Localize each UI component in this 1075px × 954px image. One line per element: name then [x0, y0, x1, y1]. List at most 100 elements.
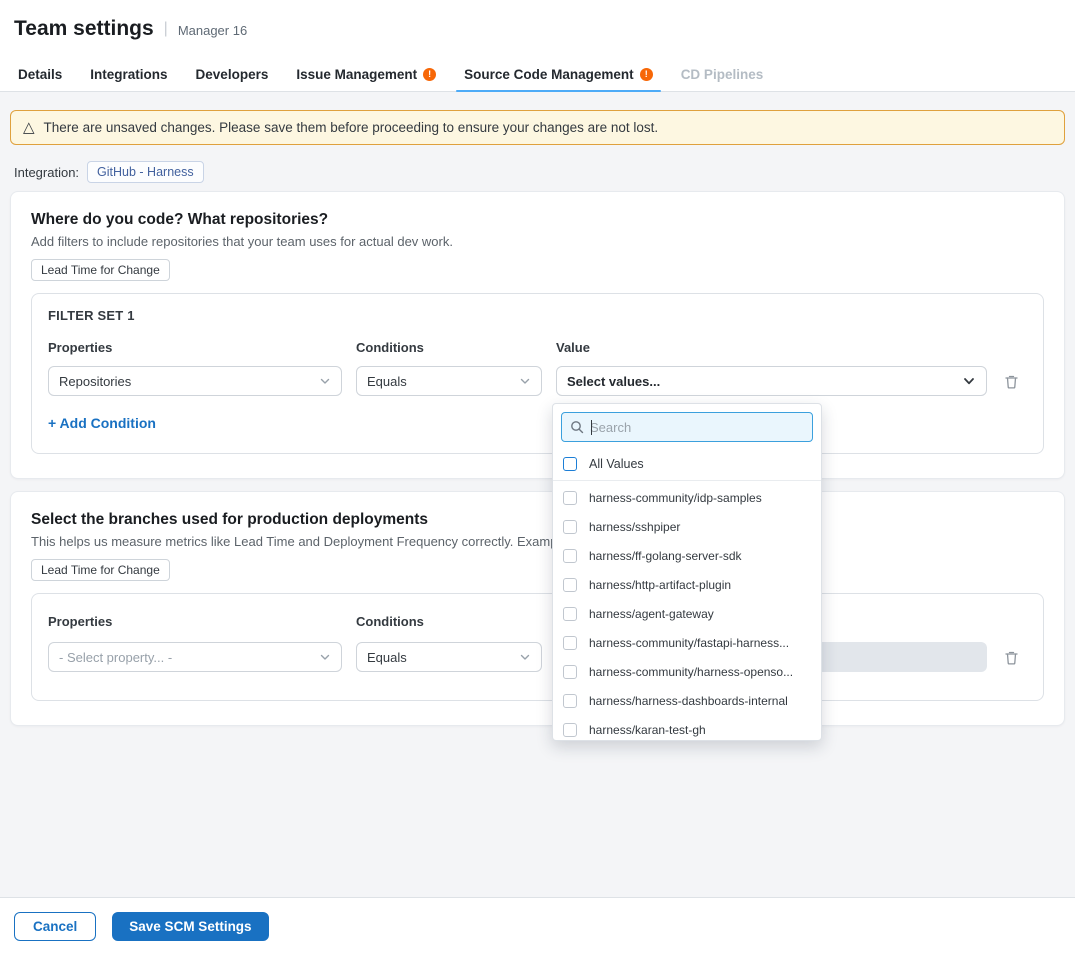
- value-options-list: harness-community/idp-samples harness/ss…: [553, 483, 821, 741]
- chevron-down-icon: [519, 651, 531, 663]
- tab-label: Integrations: [90, 67, 167, 82]
- repositories-card-title: Where do you code? What repositories?: [31, 210, 1044, 229]
- value-option-label: harness/agent-gateway: [589, 607, 714, 621]
- tab-developers[interactable]: Developers: [182, 57, 283, 91]
- lead-time-chip: Lead Time for Change: [31, 559, 170, 581]
- value-option-label: harness/http-artifact-plugin: [589, 578, 731, 592]
- integration-chip[interactable]: GitHub - Harness: [87, 161, 204, 183]
- value-option-label: harness-community/idp-samples: [589, 491, 762, 505]
- condition-select[interactable]: Equals: [356, 642, 542, 672]
- value-option[interactable]: harness-community/fastapi-harness...: [553, 628, 821, 657]
- value-option[interactable]: harness/agent-gateway: [553, 599, 821, 628]
- search-wrap: [553, 404, 821, 448]
- chevron-down-icon: [519, 375, 531, 387]
- tab-label: Developers: [196, 67, 269, 82]
- value-dropdown: All Values harness-community/idp-samples…: [552, 403, 822, 741]
- value-option[interactable]: harness/http-artifact-plugin: [553, 570, 821, 599]
- title-divider: |: [164, 20, 168, 38]
- value-option[interactable]: harness-community/harness-openso...: [553, 657, 821, 686]
- search-box[interactable]: [561, 412, 813, 442]
- tab-label: CD Pipelines: [681, 67, 764, 82]
- filter-row: Repositories Equals Select values...: [48, 366, 1027, 396]
- filter-row: - Select property... - Equals: [48, 642, 1027, 672]
- banner-message: There are unsaved changes. Please save t…: [44, 120, 659, 135]
- chevron-down-icon: [319, 375, 331, 387]
- tab-label: Issue Management: [296, 67, 417, 82]
- chevron-down-icon: [962, 374, 976, 388]
- properties-column-header: Properties: [48, 340, 342, 356]
- checkbox[interactable]: [563, 491, 577, 505]
- all-values-checkbox[interactable]: [563, 457, 577, 471]
- search-icon: [570, 420, 584, 434]
- team-name: Manager 16: [178, 20, 247, 38]
- value-option-label: harness/karan-test-gh: [589, 723, 706, 737]
- value-option[interactable]: harness/harness-dashboards-internal: [553, 686, 821, 715]
- tab-label: Source Code Management: [464, 67, 634, 82]
- content-area: △ There are unsaved changes. Please save…: [0, 92, 1075, 897]
- checkbox[interactable]: [563, 694, 577, 708]
- warning-badge-icon: !: [423, 68, 436, 81]
- all-values-label: All Values: [589, 457, 644, 471]
- trash-icon: [1003, 373, 1020, 390]
- conditions-column-header: Conditions: [356, 340, 542, 356]
- page-title: Team settings: [14, 17, 154, 41]
- value-option-label: harness/sshpiper: [589, 520, 680, 534]
- branches-filter-panel: Properties Conditions - Select property.…: [31, 593, 1044, 701]
- tab-bar: Details Integrations Developers Issue Ma…: [0, 57, 1075, 92]
- add-condition-link[interactable]: + Add Condition: [48, 414, 156, 432]
- value-option[interactable]: harness/ff-golang-server-sdk: [553, 541, 821, 570]
- warning-triangle-icon: △: [23, 120, 35, 135]
- properties-column-header: Properties: [48, 614, 342, 630]
- tab-cd-pipelines[interactable]: CD Pipelines: [667, 57, 778, 91]
- checkbox[interactable]: [563, 723, 577, 737]
- cancel-button[interactable]: Cancel: [14, 912, 96, 941]
- checkbox[interactable]: [563, 636, 577, 650]
- trash-icon: [1003, 649, 1020, 666]
- value-option-label: harness/ff-golang-server-sdk: [589, 549, 742, 563]
- value-option-label: harness-community/harness-openso...: [589, 665, 793, 679]
- all-values-option[interactable]: All Values: [553, 448, 821, 481]
- property-select[interactable]: Repositories: [48, 366, 342, 396]
- tab-source-code-management[interactable]: Source Code Management !: [450, 57, 667, 91]
- repositories-card: Where do you code? What repositories? Ad…: [10, 191, 1065, 479]
- text-cursor: [591, 420, 592, 435]
- chevron-down-icon: [319, 651, 331, 663]
- condition-select[interactable]: Equals: [356, 366, 542, 396]
- value-select[interactable]: Select values...: [556, 366, 987, 396]
- checkbox[interactable]: [563, 549, 577, 563]
- value-column-header: Value: [556, 340, 987, 356]
- footer-actions: Cancel Save SCM Settings: [0, 897, 1075, 954]
- tab-details[interactable]: Details: [4, 57, 76, 91]
- branches-card-subtitle: This helps us measure metrics like Lead …: [31, 534, 1044, 550]
- unsaved-changes-banner: △ There are unsaved changes. Please save…: [10, 110, 1065, 145]
- filter-column-headers: Properties Conditions Value: [48, 340, 1027, 356]
- checkbox[interactable]: [563, 665, 577, 679]
- warning-badge-icon: !: [640, 68, 653, 81]
- checkbox[interactable]: [563, 607, 577, 621]
- branches-card-title: Select the branches used for production …: [31, 510, 1044, 529]
- search-input[interactable]: [590, 420, 804, 435]
- filter-set-1-panel: FILTER SET 1 Properties Conditions Value…: [31, 293, 1044, 454]
- value-option[interactable]: harness-community/idp-samples: [553, 483, 821, 512]
- value-option[interactable]: harness/sshpiper: [553, 512, 821, 541]
- repositories-card-subtitle: Add filters to include repositories that…: [31, 234, 1044, 250]
- page-header: Team settings | Manager 16: [0, 0, 1075, 57]
- filter-column-headers: Properties Conditions: [48, 614, 1027, 630]
- value-option-label: harness-community/fastapi-harness...: [589, 636, 789, 650]
- checkbox[interactable]: [563, 578, 577, 592]
- integration-row: Integration: GitHub - Harness: [14, 161, 1065, 183]
- branches-card: Select the branches used for production …: [10, 491, 1065, 726]
- tab-issue-management[interactable]: Issue Management !: [282, 57, 450, 91]
- save-scm-settings-button[interactable]: Save SCM Settings: [112, 912, 268, 941]
- delete-filter-button[interactable]: [1001, 647, 1022, 668]
- team-settings-page: Team settings | Manager 16 Details Integ…: [0, 0, 1075, 954]
- filter-set-title: FILTER SET 1: [48, 308, 1027, 324]
- delete-filter-button[interactable]: [1001, 371, 1022, 392]
- lead-time-chip: Lead Time for Change: [31, 259, 170, 281]
- tab-label: Details: [18, 67, 62, 82]
- tab-integrations[interactable]: Integrations: [76, 57, 181, 91]
- value-option[interactable]: harness/karan-test-gh: [553, 715, 821, 741]
- property-select[interactable]: - Select property... -: [48, 642, 342, 672]
- integration-label: Integration:: [14, 165, 79, 180]
- checkbox[interactable]: [563, 520, 577, 534]
